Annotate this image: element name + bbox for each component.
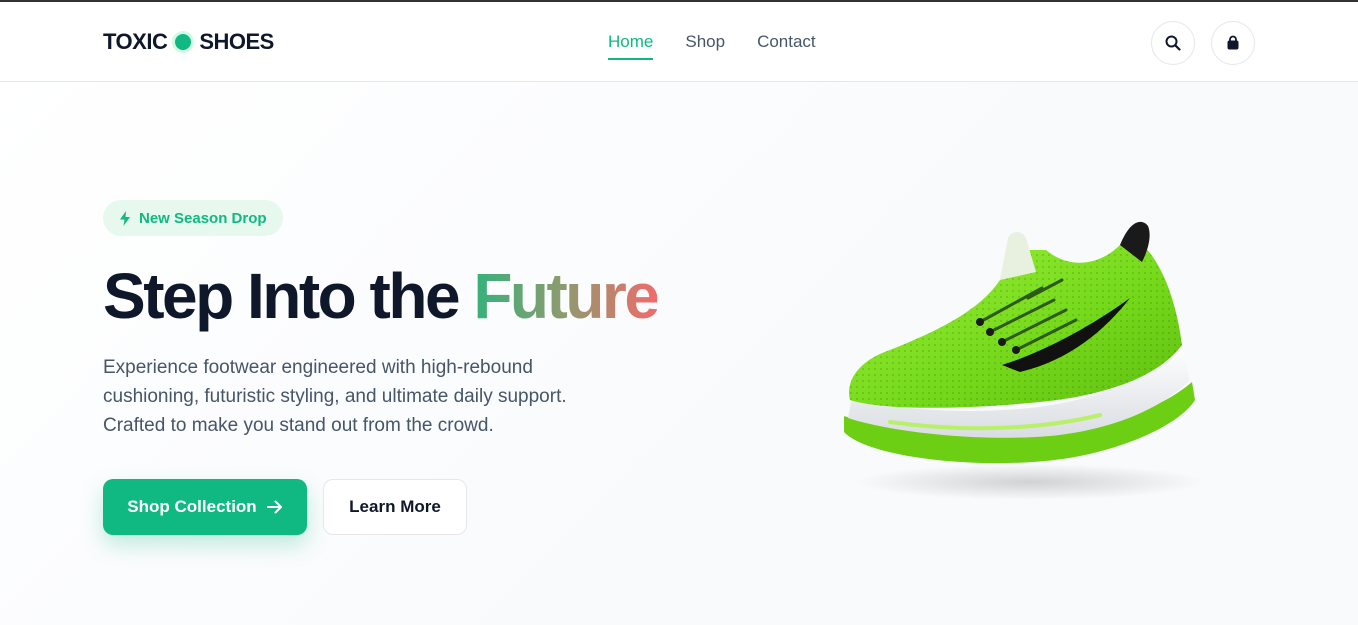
learn-more-button[interactable]: Learn More xyxy=(323,479,467,535)
nav-contact[interactable]: Contact xyxy=(757,32,816,60)
hero-title-main: Step Into the xyxy=(103,260,461,332)
search-button[interactable] xyxy=(1151,21,1195,65)
cart-button[interactable] xyxy=(1211,21,1255,65)
hero-title-accent: Future xyxy=(473,260,660,332)
search-icon xyxy=(1165,35,1181,51)
nav-shop[interactable]: Shop xyxy=(685,32,725,60)
product-shoe-image xyxy=(844,221,1205,500)
brand-logo[interactable]: TOXIC SHOES xyxy=(103,29,274,54)
shop-collection-label: Shop Collection xyxy=(127,497,257,516)
nav-home[interactable]: Home xyxy=(608,32,654,60)
brand-name-left: TOXIC xyxy=(103,29,168,54)
shop-collection-button[interactable]: Shop Collection xyxy=(103,479,307,535)
shopping-bag-icon xyxy=(1227,35,1239,50)
brand-name-right: SHOES xyxy=(199,29,274,54)
brand-dot-icon xyxy=(175,34,192,50)
learn-more-label: Learn More xyxy=(349,497,441,516)
lightning-icon xyxy=(120,210,130,226)
hero-title: Step Into the Future xyxy=(103,258,660,334)
badge-text: New Season Drop xyxy=(139,209,267,227)
arrow-right-icon xyxy=(266,500,282,514)
main-nav: Home Shop Contact xyxy=(608,32,816,60)
season-badge: New Season Drop xyxy=(103,200,283,236)
hero-description: Experience footwear engineered with high… xyxy=(103,357,567,436)
site-header: TOXIC SHOES Home Shop Contact xyxy=(0,2,1358,82)
